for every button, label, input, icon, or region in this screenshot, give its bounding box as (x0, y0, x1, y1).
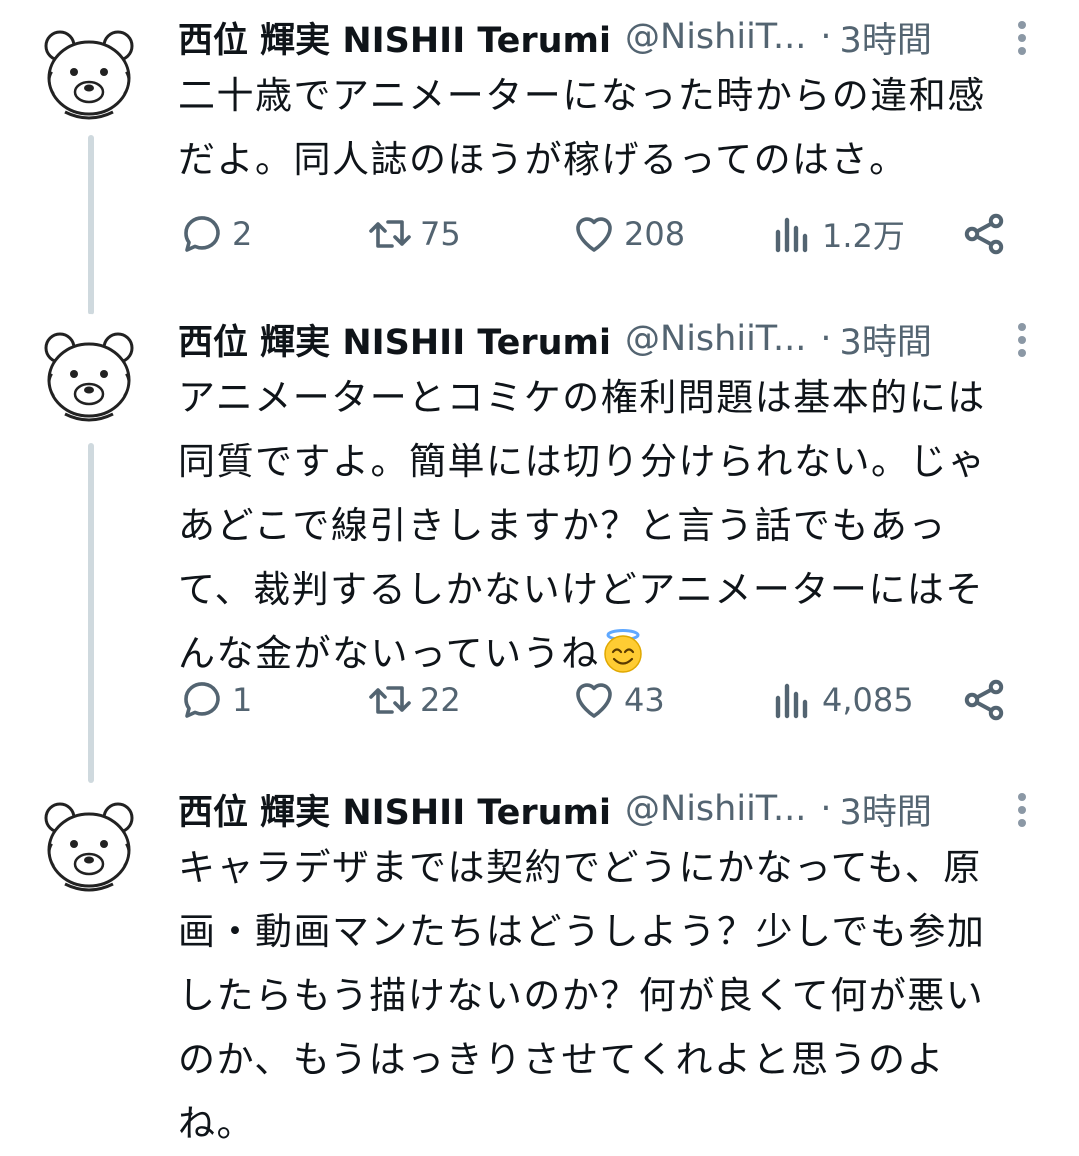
bear-avatar-icon (31, 315, 147, 431)
more-options-icon[interactable] (1010, 790, 1034, 830)
retweet-button[interactable]: 75 (366, 204, 461, 264)
tweet-text-body: アニメーターとコミケの権利問題は基本的には 同質ですよ。簡単には切り分けられない… (178, 376, 987, 675)
share-icon (964, 213, 1004, 255)
author-handle[interactable]: @NishiiT... (625, 789, 806, 829)
tweet-header: 西位 輝実 NISHII Terumi @NishiiT... · 3時間 (178, 784, 1038, 834)
share-button[interactable] (960, 670, 1014, 730)
thread-line (88, 135, 94, 315)
more-options-icon[interactable] (1010, 320, 1034, 360)
like-button[interactable]: 208 (570, 204, 685, 264)
author-name[interactable]: 西位 輝実 NISHII Terumi (178, 784, 611, 835)
more-options-icon[interactable] (1010, 18, 1034, 58)
reply-count: 1 (232, 681, 253, 719)
reply-count: 2 (232, 215, 253, 253)
timestamp[interactable]: 3時間 (840, 784, 932, 835)
reply-icon (184, 682, 220, 718)
author-handle[interactable]: @NishiiT... (625, 17, 806, 57)
retweet-count: 22 (420, 681, 461, 719)
retweet-button[interactable]: 22 (366, 670, 461, 730)
retweet-count: 75 (420, 215, 461, 253)
smiling-face-with-halo-icon (600, 628, 646, 674)
tweet-text: キャラデザまでは契約でどうにかなっても、原 画・動画マンたちはどうしよう？少しで… (178, 846, 986, 1145)
share-icon (964, 679, 1004, 721)
bear-avatar-icon (31, 13, 147, 129)
like-count: 43 (624, 681, 665, 719)
timestamp[interactable]: 3時間 (840, 12, 932, 63)
bear-avatar-icon (31, 785, 147, 901)
timestamp[interactable]: 3時間 (840, 314, 932, 365)
thread-line (88, 443, 94, 783)
heart-icon (576, 683, 612, 718)
like-button[interactable]: 43 (570, 670, 665, 730)
action-bar: 1 22 43 4,085 (178, 670, 1038, 730)
retweet-icon (369, 686, 411, 714)
views-icon (775, 683, 808, 719)
views-icon (775, 217, 808, 253)
avatar[interactable] (30, 314, 148, 432)
separator-dot: · (820, 17, 832, 57)
tweet-header: 西位 輝実 NISHII Terumi @NishiiT... · 3時間 (178, 314, 1038, 364)
reply-button[interactable]: 2 (178, 204, 252, 264)
view-count: 4,085 (822, 681, 914, 719)
separator-dot: · (820, 789, 832, 829)
author-name[interactable]: 西位 輝実 NISHII Terumi (178, 314, 611, 365)
tweet-text: アニメーターとコミケの権利問題は基本的には 同質ですよ。簡単には切り分けられない… (178, 366, 1038, 686)
reply-button[interactable]: 1 (178, 670, 252, 730)
views-button[interactable]: 1.2万 (768, 204, 905, 264)
like-count: 208 (624, 215, 686, 253)
tweet-header: 西位 輝実 NISHII Terumi @NishiiT... · 3時間 (178, 12, 1038, 62)
avatar[interactable] (30, 12, 148, 130)
avatar[interactable] (30, 784, 148, 902)
tweet-text: 二十歳でアニメーターになった時からの違和感 だよ。同人誌のほうが稼げるってのはさ… (178, 74, 986, 181)
view-count: 1.2万 (822, 217, 905, 255)
reply-icon (184, 216, 220, 252)
author-name[interactable]: 西位 輝実 NISHII Terumi (178, 12, 611, 63)
action-bar: 2 75 208 1.2万 (178, 204, 1038, 264)
views-button[interactable]: 4,085 (768, 670, 914, 730)
author-handle[interactable]: @NishiiT... (625, 319, 806, 359)
retweet-icon (369, 220, 411, 248)
share-button[interactable] (960, 204, 1014, 264)
separator-dot: · (820, 319, 832, 359)
heart-icon (576, 217, 612, 252)
